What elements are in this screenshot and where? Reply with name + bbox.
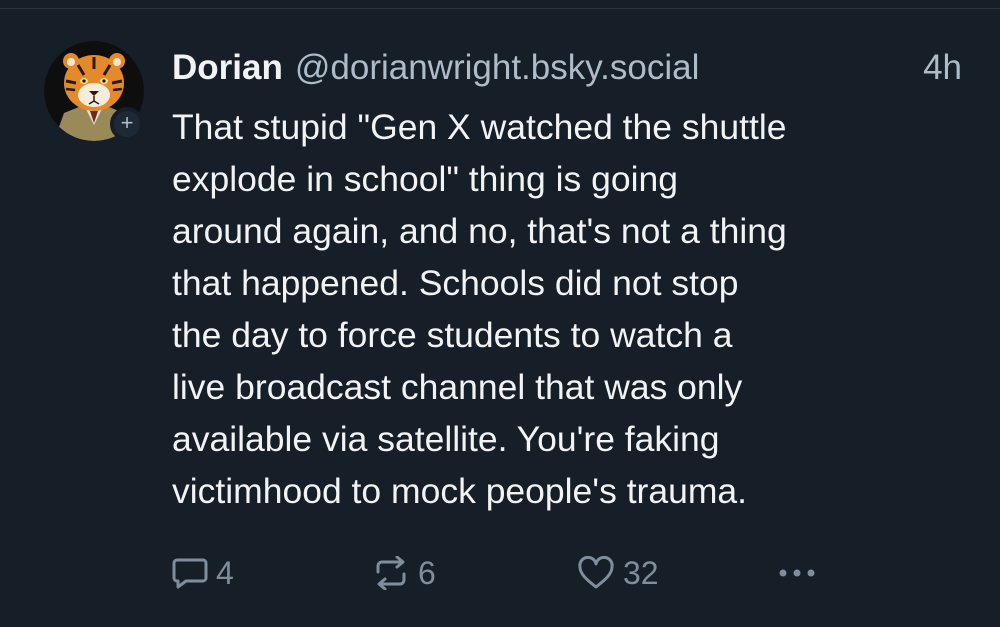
- speech-bubble-icon: [172, 558, 208, 589]
- heart-icon: [578, 556, 614, 589]
- like-count: 32: [623, 554, 659, 591]
- repost-arrows-icon: [376, 556, 406, 590]
- post-text-line: available via satellite. You're faking: [172, 419, 720, 459]
- post-text-line: live broadcast channel that was only: [172, 367, 743, 407]
- post-text-line: explode in school" thing is going: [172, 159, 678, 199]
- post-text-line: the day to force students to watch a: [172, 315, 733, 355]
- ellipsis-icon: [779, 569, 815, 577]
- post-header: Dorian @dorianwright.bsky.social 4h: [172, 45, 972, 91]
- more-options-button[interactable]: [777, 551, 817, 595]
- post-text-line: That stupid "Gen X watched the shuttle: [172, 107, 787, 147]
- like-button[interactable]: 32: [577, 551, 659, 595]
- top-divider: [0, 0, 1000, 9]
- follow-plus-icon[interactable]: +: [110, 107, 144, 141]
- repost-count: 6: [418, 554, 436, 591]
- avatar[interactable]: +: [44, 41, 144, 141]
- reply-count: 4: [216, 554, 234, 591]
- author-display-name[interactable]: Dorian: [172, 48, 283, 87]
- post-text-line: around again, and no, that's not a thing: [172, 211, 787, 251]
- author-handle[interactable]: @dorianwright.bsky.social: [295, 48, 699, 87]
- repost-button[interactable]: 6: [372, 551, 436, 595]
- post-card[interactable]: + Dorian @dorianwright.bsky.social 4h Tha…: [0, 9, 1000, 627]
- post-text-line: victimhood to mock people's trauma.: [172, 471, 748, 511]
- post-text: That stupid "Gen X watched the shuttle e…: [172, 101, 972, 517]
- post-text-line: that happened. Schools did not stop: [172, 263, 739, 303]
- reply-button[interactable]: 4: [172, 551, 234, 595]
- post-actions: 4 6 32: [172, 551, 972, 595]
- post-timestamp[interactable]: 4h: [923, 45, 962, 91]
